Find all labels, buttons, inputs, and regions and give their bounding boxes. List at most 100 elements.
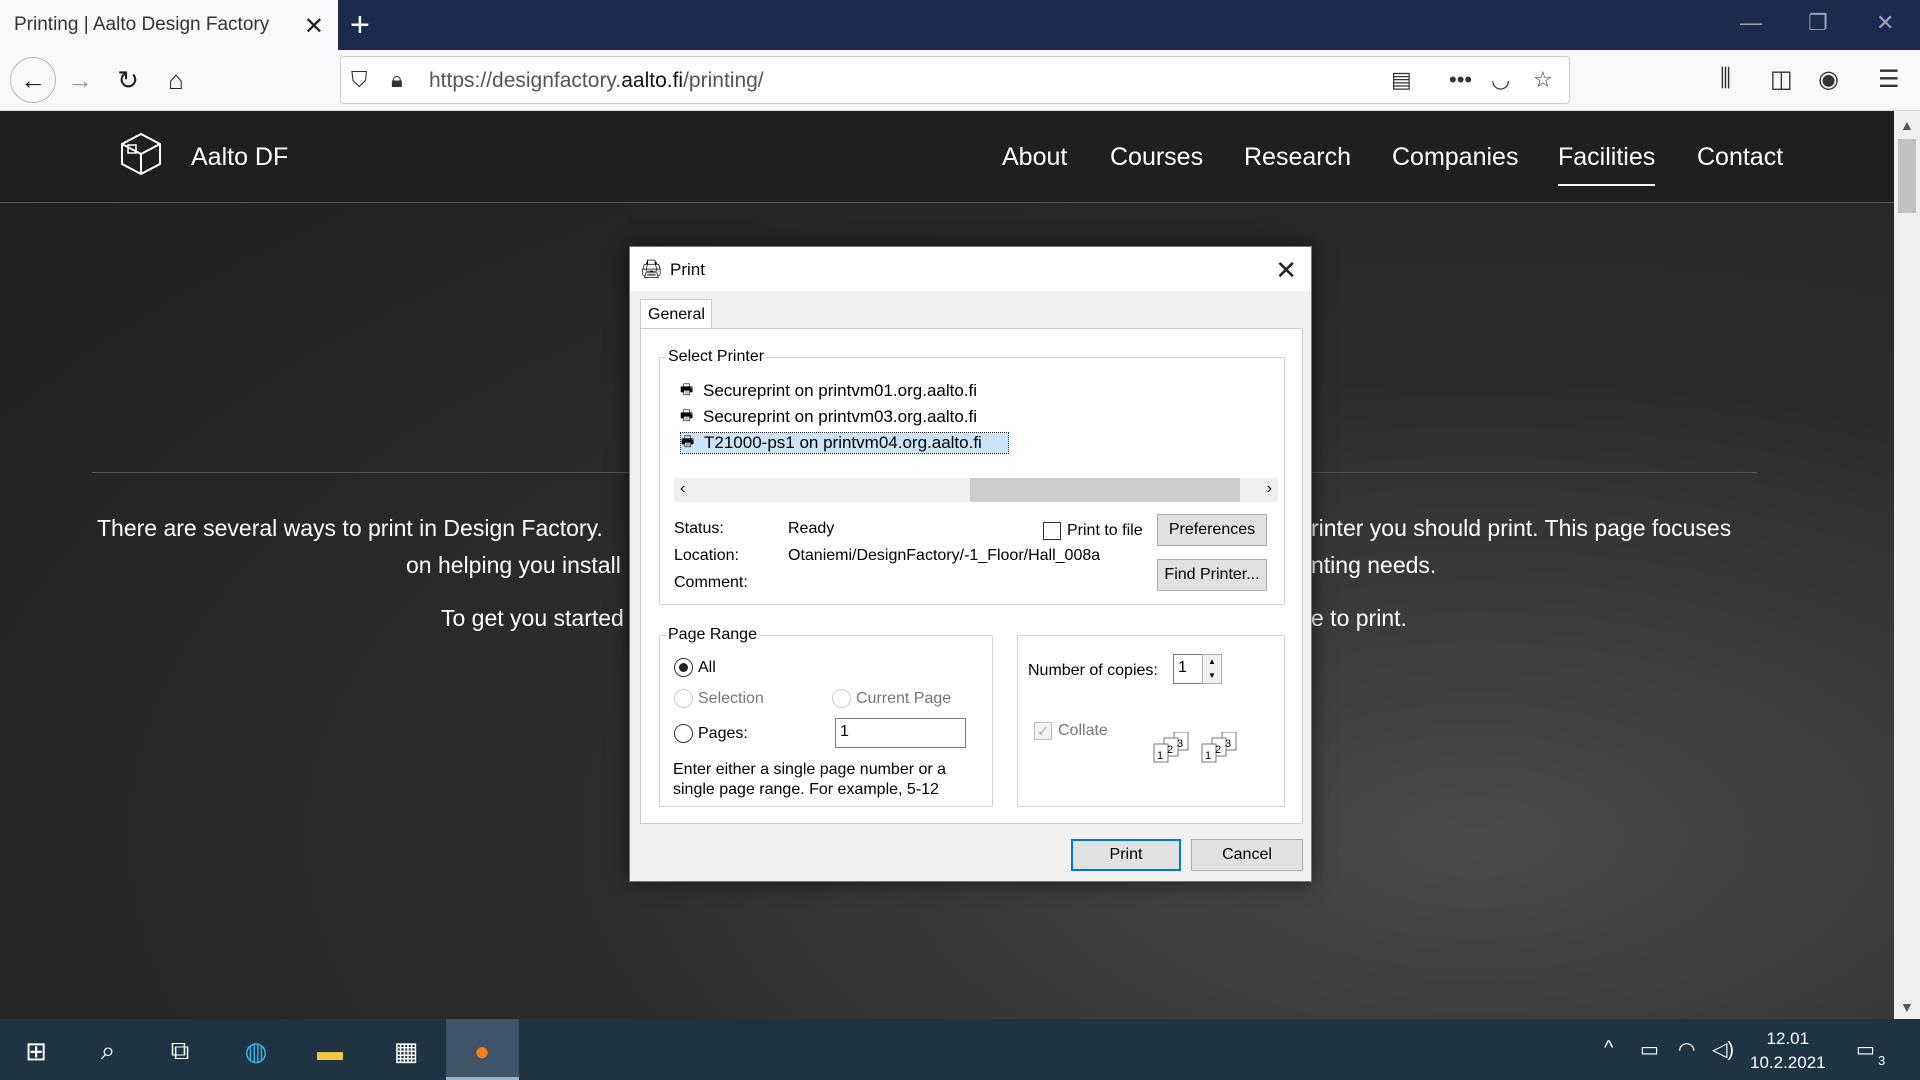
menu-icon[interactable]: ☰ (1878, 65, 1900, 94)
page-scrollbar[interactable]: ▲ ▼ (1894, 111, 1920, 1019)
scroll-thumb[interactable] (970, 478, 1240, 502)
range-current-radio[interactable] (832, 689, 851, 708)
printer-item[interactable]: 🖶︎ Secureprint on printvm01.org.aalto.fi (680, 380, 977, 402)
browser-tab[interactable]: Printing | Aalto Design Factory ✕ (0, 0, 338, 50)
general-panel: Select Printer 🖶︎ Secureprint on printvm0… (640, 328, 1303, 824)
sidebar-icon[interactable]: ◫ (1770, 65, 1793, 94)
scroll-down-icon[interactable]: ▼ (1900, 999, 1914, 1015)
range-hint: Enter either a single page number or a (673, 761, 947, 778)
wifi-icon[interactable]: ◠ (1678, 1037, 1695, 1062)
print-to-file-checkbox[interactable] (1043, 522, 1061, 540)
url-text[interactable]: https://designfactory.aalto.fi/printing/ (429, 69, 764, 93)
file-explorer-icon[interactable]: ▬ (306, 1031, 354, 1071)
printer-icon: 🖶︎ (680, 407, 694, 423)
collate-label[interactable]: Collate (1058, 722, 1108, 740)
copies-group: Number of copies: 1 ▲ ▼ ✓ Collate 123 123 (1017, 635, 1285, 807)
new-tab-icon[interactable]: + (350, 6, 370, 45)
find-printer-button[interactable]: Find Printer... (1157, 559, 1267, 591)
reload-icon[interactable]: ↻ (108, 60, 148, 100)
range-selection-radio[interactable] (674, 689, 693, 708)
collate-icon: 123 123 (1153, 732, 1237, 763)
close-tab-icon[interactable]: ✕ (304, 12, 324, 41)
tab-title: Printing | Aalto Design Factory (14, 14, 270, 35)
reader-view-icon[interactable]: ▤ (1391, 67, 1412, 93)
scroll-thumb[interactable] (1898, 139, 1916, 213)
cancel-button[interactable]: Cancel (1191, 839, 1303, 871)
nav-courses[interactable]: Courses (1110, 143, 1203, 172)
windows-start-icon[interactable]: ⊞ (12, 1031, 60, 1071)
comment-label: Comment: (674, 574, 748, 591)
battery-icon[interactable]: ▭ (1640, 1037, 1659, 1062)
scroll-left-icon[interactable]: ‹ (680, 480, 685, 498)
account-icon[interactable]: ◉ (1818, 65, 1839, 94)
printer-list-scrollbar[interactable]: ‹ › (674, 478, 1278, 502)
copies-spinner[interactable]: ▲ ▼ (1202, 654, 1222, 684)
tray-chevron-icon[interactable]: ^ (1604, 1037, 1613, 1060)
pocket-icon[interactable]: ◡ (1491, 67, 1510, 93)
restore-icon[interactable]: ❐ (1808, 10, 1828, 36)
nav-companies[interactable]: Companies (1392, 143, 1518, 172)
task-view-icon[interactable]: ⧉ (156, 1031, 204, 1071)
pages-input[interactable]: 1 (835, 718, 966, 748)
scroll-up-icon[interactable]: ▲ (1900, 117, 1914, 133)
page-range-group: Page Range All Selection Current Page Pa… (659, 626, 993, 807)
back-icon[interactable]: ← (10, 57, 56, 103)
nav-contact[interactable]: Contact (1697, 143, 1783, 172)
browser-toolbar: ← → ↻ ⌂ ⛉ 🔒︎ https://designfactory.aalto… (0, 50, 1920, 111)
store-icon[interactable]: ▦ (382, 1031, 430, 1071)
shield-icon[interactable]: ⛉ (351, 67, 368, 93)
edge-icon[interactable]: ◍ (232, 1031, 280, 1071)
print-button[interactable]: Print (1071, 839, 1181, 871)
tab-general[interactable]: General (640, 299, 712, 329)
home-icon[interactable]: ⌂ (156, 60, 196, 100)
dialog-title-bar[interactable]: 🖨︎ Print ✕ (630, 247, 1311, 291)
scroll-right-icon[interactable]: › (1267, 480, 1272, 498)
nav-facilities[interactable]: Facilities (1558, 143, 1656, 186)
nav-research[interactable]: Research (1244, 143, 1351, 172)
range-all-radio[interactable] (674, 658, 693, 677)
clock-date: 10.2.2021 (1750, 1053, 1826, 1072)
svg-text:1: 1 (1157, 750, 1163, 762)
print-dialog: 🖨︎ Print ✕ General Select Printer 🖶︎ Secu… (629, 246, 1312, 882)
range-all-label[interactable]: All (698, 659, 716, 677)
close-window-icon[interactable]: ✕ (1876, 10, 1894, 36)
close-icon[interactable]: ✕ (1275, 255, 1297, 286)
more-icon[interactable]: ••• (1449, 67, 1472, 93)
range-selection-label[interactable]: Selection (698, 690, 764, 708)
url-bar[interactable]: ⛉ 🔒︎ https://designfactory.aalto.fi/prin… (340, 56, 1570, 104)
clock-time: 12.01 (1766, 1029, 1810, 1048)
site-name[interactable]: Aalto DF (191, 143, 288, 172)
intro-text: e to print. (1311, 605, 1407, 631)
printer-icon: 🖨︎ (640, 259, 663, 279)
logo-icon[interactable] (118, 131, 164, 177)
notification-count: 3 (1878, 1053, 1886, 1068)
printer-item[interactable]: 🖶︎ Secureprint on printvm03.org.aalto.fi (680, 406, 977, 428)
range-pages-label[interactable]: Pages: (698, 725, 748, 743)
select-printer-label: Select Printer (666, 348, 767, 366)
minimize-icon[interactable]: — (1740, 10, 1762, 36)
notifications-icon[interactable]: ▭ (1856, 1037, 1875, 1062)
volume-icon[interactable]: ◁) (1712, 1037, 1734, 1062)
nav-about[interactable]: About (1002, 143, 1067, 172)
library-icon[interactable]: ⫼ (1720, 65, 1731, 93)
lock-icon[interactable]: 🔒︎ (391, 67, 403, 93)
range-pages-radio[interactable] (674, 724, 693, 743)
collate-checkbox[interactable]: ✓ (1034, 722, 1052, 740)
printer-item-selected[interactable]: 🖶︎ T21000-ps1 on printvm04.org.aalto.fi (680, 432, 1009, 454)
search-icon[interactable]: ⌕ (84, 1031, 132, 1071)
svg-text:2: 2 (1167, 744, 1173, 756)
printer-icon: 🖶︎ (680, 381, 694, 397)
bookmark-star-icon[interactable]: ☆ (1533, 67, 1553, 93)
preferences-button[interactable]: Preferences (1157, 514, 1267, 546)
svg-text:1: 1 (1205, 750, 1211, 762)
intro-text: To get you started (441, 605, 624, 631)
range-current-label[interactable]: Current Page (856, 690, 951, 708)
forward-icon[interactable]: → (60, 60, 100, 100)
print-to-file-label[interactable]: Print to file (1067, 522, 1143, 540)
copies-input[interactable]: 1 (1173, 654, 1203, 684)
firefox-icon[interactable]: ● (458, 1031, 506, 1071)
site-header: Aalto DF About Courses Research Companie… (0, 111, 1894, 203)
svg-text:2: 2 (1215, 744, 1221, 756)
clock[interactable]: 12.01 10.2.2021 (1750, 1027, 1826, 1075)
intro-text: rinter you should print. This page focus… (1311, 515, 1732, 541)
